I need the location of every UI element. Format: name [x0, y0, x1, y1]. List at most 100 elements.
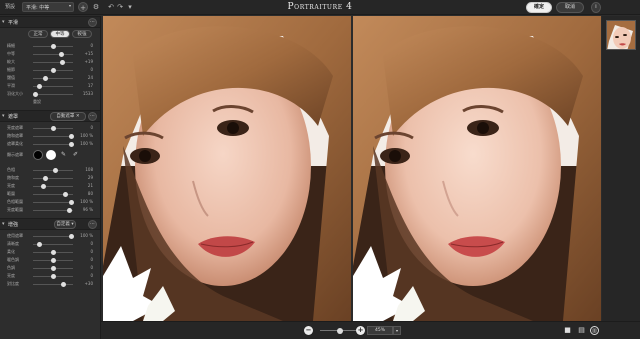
slider-knob[interactable]	[50, 265, 56, 271]
swatch-white[interactable]	[46, 150, 56, 160]
split-horizontal-icon[interactable]: ▤	[577, 326, 586, 335]
zoom-slider-knob[interactable]	[336, 327, 343, 334]
slider-value[interactable]: 1533	[79, 91, 93, 96]
slider-knob[interactable]	[36, 241, 42, 247]
ok-button[interactable]: 確定	[526, 2, 552, 13]
after-preview-image[interactable]	[353, 16, 601, 321]
slider-value[interactable]: 0	[79, 257, 93, 262]
slider-row: 使用遮罩 100 %	[0, 232, 100, 240]
slider-knob[interactable]	[67, 207, 73, 213]
single-view-icon[interactable]: ■	[563, 326, 572, 335]
slider-knob[interactable]	[40, 183, 46, 189]
smoothing-strength-tabs: 正常 中等 較強	[0, 30, 100, 40]
slider-row: 亮度 0	[0, 272, 100, 280]
enhance-section-header[interactable]: ▾ 增強 自定義 ▾ ⋯	[0, 218, 100, 230]
split-vertical-icon[interactable]: ▥	[590, 326, 599, 335]
slider-knob[interactable]	[60, 281, 66, 287]
slider-track[interactable]	[33, 143, 73, 145]
slider-value[interactable]: 21	[79, 183, 93, 188]
slider-knob[interactable]	[37, 83, 43, 89]
slider-knob[interactable]	[50, 125, 56, 131]
slider-knob[interactable]	[50, 257, 56, 263]
slider-value[interactable]: 100 %	[79, 233, 93, 238]
slider-value[interactable]: 0	[79, 273, 93, 278]
slider-knob[interactable]	[68, 233, 74, 239]
slider-track[interactable]	[33, 93, 73, 95]
slider-value[interactable]: 100 %	[79, 141, 93, 146]
slider-value[interactable]: 80	[79, 191, 93, 196]
slider-knob[interactable]	[68, 141, 74, 147]
slider-knob[interactable]	[42, 175, 48, 181]
slider-value[interactable]: 0	[79, 249, 93, 254]
slider-value[interactable]: 0	[79, 125, 93, 130]
slider-knob[interactable]	[50, 249, 56, 255]
smoothing-section-header[interactable]: ▾ 平滑 ⋯	[0, 16, 100, 28]
slider-knob[interactable]	[68, 199, 74, 205]
tab-medium[interactable]: 中等	[50, 30, 70, 38]
auto-mask-button[interactable]: 自動遮罩 ✕	[50, 112, 86, 121]
tab-strong[interactable]: 較強	[72, 30, 92, 38]
slider-value[interactable]: 96 %	[79, 207, 93, 212]
slider-row: 亮度 21	[0, 182, 100, 190]
zoom-out-button[interactable]: −	[304, 326, 313, 335]
slider-track[interactable]	[33, 61, 73, 63]
slider-value[interactable]: 0	[79, 265, 93, 270]
slider-value[interactable]: +15	[79, 51, 93, 56]
slider-track[interactable]	[33, 177, 73, 179]
zoom-level-field[interactable]: 45%	[367, 326, 393, 335]
slider-value[interactable]: +19	[79, 59, 93, 64]
slider-track[interactable]	[33, 185, 73, 187]
slider-value[interactable]: 29	[79, 175, 93, 180]
zoom-slider[interactable]	[320, 327, 356, 334]
slider-knob[interactable]	[58, 51, 64, 57]
mask-title: 遮罩	[8, 114, 19, 120]
section-menu-icon[interactable]: ⋯	[88, 112, 97, 121]
slider-label: 遮罩柔化	[7, 141, 23, 146]
enhance-sliders: 使用遮罩 100 % 清晰度 0 柔化 0 暖色調 0 色調 0 亮度 0 對比度 +30	[0, 232, 100, 288]
slider-value[interactable]: 100 %	[79, 133, 93, 138]
slider-knob[interactable]	[50, 43, 56, 49]
slider-knob[interactable]	[50, 67, 56, 73]
slider-value[interactable]: 0	[79, 241, 93, 246]
slider-value[interactable]: 0	[79, 67, 93, 72]
slider-label: 對比度	[7, 281, 19, 286]
before-preview-image[interactable]	[103, 16, 351, 321]
slider-track[interactable]	[33, 77, 73, 79]
slider-knob[interactable]	[62, 191, 68, 197]
slider-knob[interactable]	[52, 167, 58, 173]
zoom-dropdown[interactable]: ▾	[393, 326, 401, 335]
reset-link[interactable]: 重設	[33, 99, 57, 105]
info-button[interactable]: i	[591, 2, 601, 13]
slider-track[interactable]	[33, 135, 73, 137]
cancel-button[interactable]: 取消	[556, 2, 584, 13]
slider-knob[interactable]	[42, 75, 48, 81]
slider-track[interactable]	[33, 235, 73, 237]
section-menu-icon[interactable]: ⋯	[88, 18, 97, 27]
slider-value[interactable]: 17	[79, 83, 93, 88]
slider-knob[interactable]	[32, 91, 38, 97]
slider-track[interactable]	[33, 283, 73, 285]
eyedropper-minus-icon[interactable]: ✐	[73, 151, 78, 158]
eyedropper-icon[interactable]: ✎	[61, 151, 66, 158]
slider-track[interactable]	[33, 53, 73, 55]
slider-value[interactable]: 0	[79, 43, 93, 48]
tab-normal[interactable]: 正常	[28, 30, 48, 38]
slider-label: 平滑	[7, 83, 15, 88]
slider-knob[interactable]	[50, 273, 56, 279]
swatch-black[interactable]	[33, 150, 43, 160]
slider-knob[interactable]	[68, 133, 74, 139]
slider-value[interactable]: 108	[79, 167, 93, 172]
section-menu-icon[interactable]: ⋯	[88, 220, 97, 229]
slider-value[interactable]: +30	[79, 281, 93, 286]
settings-panel: ▾ 平滑 ⋯ 正常 中等 較強 精細 0 中等 +15 較大 +19 細節 0 閾值 24 平滑 17…	[0, 16, 101, 339]
slider-value[interactable]: 24	[79, 75, 93, 80]
slider-row: 柔化 0	[0, 248, 100, 256]
mask-section-header[interactable]: ▾ 遮罩 自動遮罩 ✕ ⋯	[0, 110, 100, 122]
zoom-in-button[interactable]: +	[356, 326, 365, 335]
image-thumbnail[interactable]	[606, 20, 636, 50]
slider-value[interactable]: 100 %	[79, 199, 93, 204]
enhance-mode-select[interactable]: 自定義 ▾	[54, 220, 76, 229]
slider-knob[interactable]	[60, 59, 66, 65]
slider-row: 細節 0	[0, 66, 100, 74]
slider-track[interactable]	[33, 201, 73, 203]
